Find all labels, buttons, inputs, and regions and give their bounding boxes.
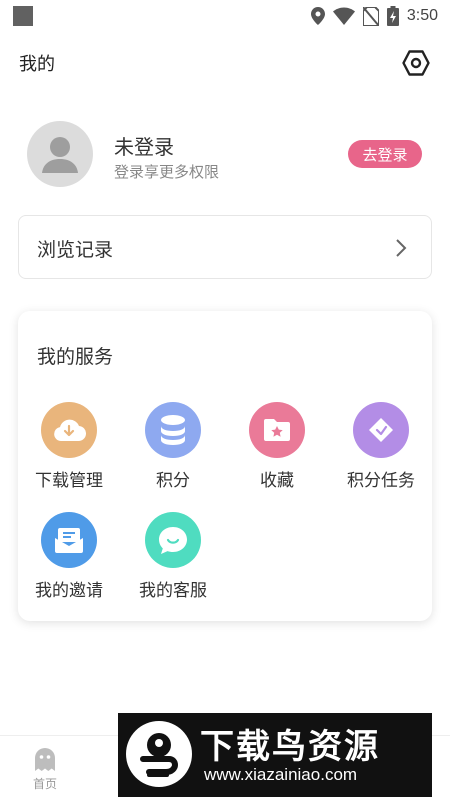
service-favorites[interactable]: 收藏 <box>232 402 322 494</box>
page-header: 我的 <box>0 44 450 80</box>
coins-stack-icon <box>145 402 201 458</box>
page-title: 我的 <box>19 54 55 75</box>
notification-icon <box>13 6 33 26</box>
service-customer-support[interactable]: 我的客服 <box>128 512 218 604</box>
bird-logo-icon <box>126 721 192 787</box>
download-cloud-icon <box>41 402 97 458</box>
watermark-banner: 下载鸟资源 www.xiazainiao.com <box>118 713 432 797</box>
status-time: 3:50 <box>406 7 438 24</box>
profile-name: 未登录 <box>114 135 174 159</box>
service-label: 我的邀请 <box>35 581 103 601</box>
services-card: 我的服务 下载管理 积分 收藏 积分任务 我的邀请 我的客服 <box>18 311 432 621</box>
service-label: 收藏 <box>260 471 294 491</box>
location-icon <box>310 7 325 25</box>
diamond-tag-icon <box>353 402 409 458</box>
profile-subtitle: 登录享更多权限 <box>114 163 220 181</box>
watermark-url: www.xiazainiao.com <box>204 765 358 784</box>
status-icons: 3:50 <box>310 5 438 27</box>
chat-bubble-icon <box>145 512 201 568</box>
service-points-tasks[interactable]: 积分任务 <box>336 402 426 494</box>
settings-hexagon-icon <box>402 50 430 76</box>
service-label: 积分任务 <box>347 471 415 491</box>
folder-star-icon <box>249 402 305 458</box>
browsing-history-row[interactable]: 浏览记录 <box>18 215 432 279</box>
wifi-icon <box>332 7 355 25</box>
chevron-right-icon <box>396 239 407 257</box>
avatar[interactable] <box>27 121 93 187</box>
service-points[interactable]: 积分 <box>128 402 218 494</box>
settings-button[interactable] <box>400 47 432 79</box>
nav-home[interactable]: 首页 <box>0 736 90 800</box>
user-silhouette-icon <box>42 137 78 173</box>
envelope-icon <box>41 512 97 568</box>
login-button[interactable]: 去登录 <box>348 140 422 168</box>
watermark-title: 下载鸟资源 <box>200 727 380 767</box>
profile-section: 未登录 登录享更多权限 去登录 <box>0 115 450 195</box>
battery-charging-icon <box>386 6 399 26</box>
service-label: 下载管理 <box>35 471 103 491</box>
browsing-history-label: 浏览记录 <box>37 239 114 261</box>
service-my-invitations[interactable]: 我的邀请 <box>24 512 114 604</box>
home-ghost-icon <box>35 748 55 771</box>
service-label: 我的客服 <box>139 581 207 601</box>
nav-home-label: 首页 <box>32 777 57 791</box>
no-sim-icon <box>362 6 379 26</box>
service-download-management[interactable]: 下载管理 <box>24 402 114 494</box>
services-title: 我的服务 <box>37 346 114 368</box>
service-label: 积分 <box>156 471 190 491</box>
status-bar: 3:50 <box>0 0 450 32</box>
